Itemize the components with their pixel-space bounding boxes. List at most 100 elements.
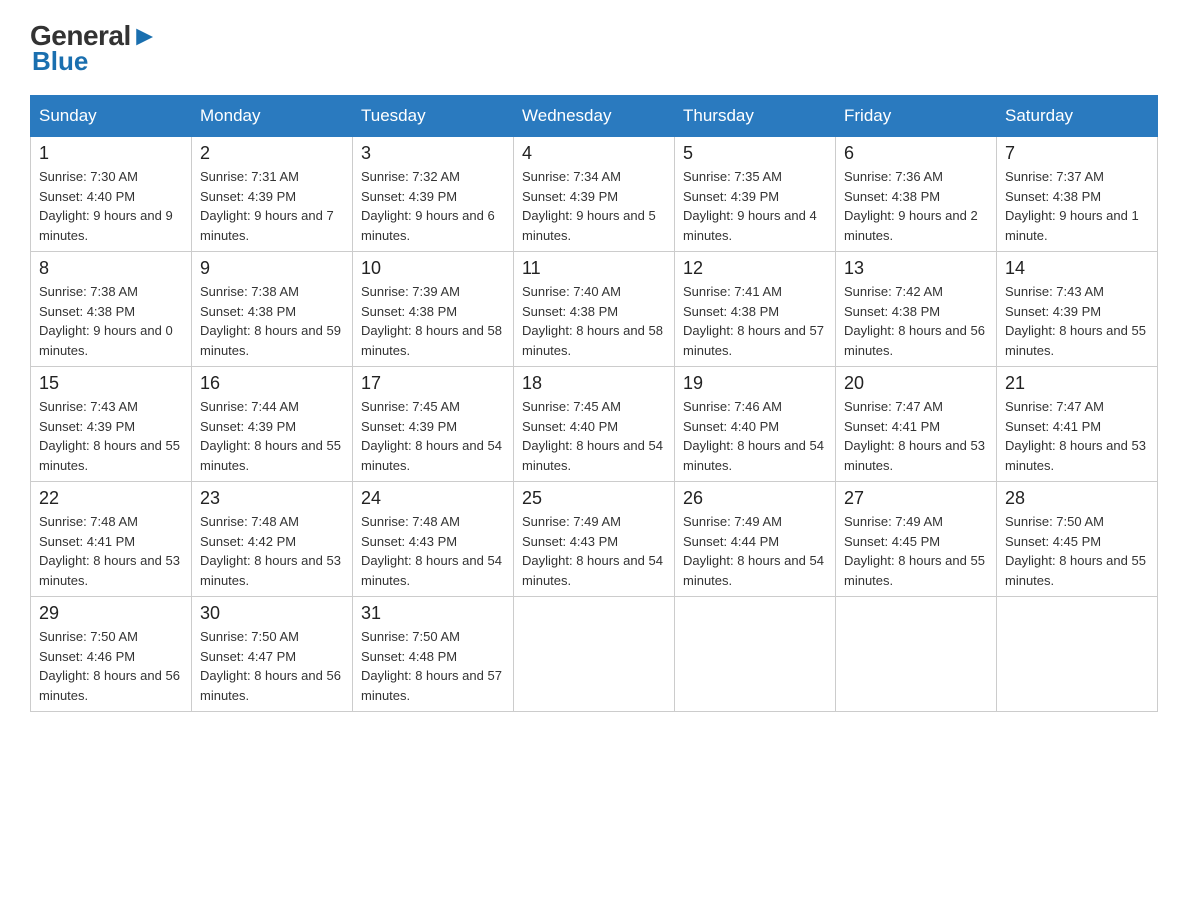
calendar-cell: 17 Sunrise: 7:45 AM Sunset: 4:39 PM Dayl… [353,367,514,482]
calendar-cell: 8 Sunrise: 7:38 AM Sunset: 4:38 PM Dayli… [31,252,192,367]
day-number: 8 [39,258,183,279]
calendar-cell [997,597,1158,712]
calendar-cell: 14 Sunrise: 7:43 AM Sunset: 4:39 PM Dayl… [997,252,1158,367]
day-number: 23 [200,488,344,509]
day-info: Sunrise: 7:50 AM Sunset: 4:47 PM Dayligh… [200,627,344,705]
day-number: 21 [1005,373,1149,394]
day-info: Sunrise: 7:37 AM Sunset: 4:38 PM Dayligh… [1005,167,1149,245]
calendar-cell: 5 Sunrise: 7:35 AM Sunset: 4:39 PM Dayli… [675,137,836,252]
calendar-table: SundayMondayTuesdayWednesdayThursdayFrid… [30,95,1158,712]
day-number: 31 [361,603,505,624]
day-of-week-header: Wednesday [514,96,675,137]
calendar-week-row: 8 Sunrise: 7:38 AM Sunset: 4:38 PM Dayli… [31,252,1158,367]
day-info: Sunrise: 7:48 AM Sunset: 4:41 PM Dayligh… [39,512,183,590]
logo-blue-text: Blue [32,46,88,77]
day-number: 27 [844,488,988,509]
day-number: 15 [39,373,183,394]
day-number: 4 [522,143,666,164]
day-number: 25 [522,488,666,509]
day-info: Sunrise: 7:44 AM Sunset: 4:39 PM Dayligh… [200,397,344,475]
calendar-cell [675,597,836,712]
day-number: 3 [361,143,505,164]
calendar-cell: 20 Sunrise: 7:47 AM Sunset: 4:41 PM Dayl… [836,367,997,482]
day-info: Sunrise: 7:50 AM Sunset: 4:48 PM Dayligh… [361,627,505,705]
day-info: Sunrise: 7:45 AM Sunset: 4:40 PM Dayligh… [522,397,666,475]
day-info: Sunrise: 7:34 AM Sunset: 4:39 PM Dayligh… [522,167,666,245]
calendar-cell: 9 Sunrise: 7:38 AM Sunset: 4:38 PM Dayli… [192,252,353,367]
day-info: Sunrise: 7:38 AM Sunset: 4:38 PM Dayligh… [39,282,183,360]
calendar-cell [836,597,997,712]
calendar-cell: 11 Sunrise: 7:40 AM Sunset: 4:38 PM Dayl… [514,252,675,367]
day-number: 6 [844,143,988,164]
day-info: Sunrise: 7:35 AM Sunset: 4:39 PM Dayligh… [683,167,827,245]
day-number: 5 [683,143,827,164]
day-number: 30 [200,603,344,624]
day-number: 17 [361,373,505,394]
calendar-cell: 28 Sunrise: 7:50 AM Sunset: 4:45 PM Dayl… [997,482,1158,597]
calendar-week-row: 1 Sunrise: 7:30 AM Sunset: 4:40 PM Dayli… [31,137,1158,252]
day-number: 16 [200,373,344,394]
logo: General► Blue [30,20,158,77]
calendar-header-row: SundayMondayTuesdayWednesdayThursdayFrid… [31,96,1158,137]
day-number: 10 [361,258,505,279]
calendar-cell: 12 Sunrise: 7:41 AM Sunset: 4:38 PM Dayl… [675,252,836,367]
calendar-cell [514,597,675,712]
day-number: 22 [39,488,183,509]
day-number: 14 [1005,258,1149,279]
day-number: 18 [522,373,666,394]
day-number: 29 [39,603,183,624]
calendar-cell: 29 Sunrise: 7:50 AM Sunset: 4:46 PM Dayl… [31,597,192,712]
calendar-cell: 2 Sunrise: 7:31 AM Sunset: 4:39 PM Dayli… [192,137,353,252]
day-info: Sunrise: 7:40 AM Sunset: 4:38 PM Dayligh… [522,282,666,360]
calendar-cell: 7 Sunrise: 7:37 AM Sunset: 4:38 PM Dayli… [997,137,1158,252]
calendar-cell: 10 Sunrise: 7:39 AM Sunset: 4:38 PM Dayl… [353,252,514,367]
calendar-cell: 16 Sunrise: 7:44 AM Sunset: 4:39 PM Dayl… [192,367,353,482]
day-number: 20 [844,373,988,394]
calendar-cell: 22 Sunrise: 7:48 AM Sunset: 4:41 PM Dayl… [31,482,192,597]
day-info: Sunrise: 7:36 AM Sunset: 4:38 PM Dayligh… [844,167,988,245]
calendar-week-row: 15 Sunrise: 7:43 AM Sunset: 4:39 PM Dayl… [31,367,1158,482]
day-info: Sunrise: 7:32 AM Sunset: 4:39 PM Dayligh… [361,167,505,245]
day-info: Sunrise: 7:38 AM Sunset: 4:38 PM Dayligh… [200,282,344,360]
calendar-cell: 15 Sunrise: 7:43 AM Sunset: 4:39 PM Dayl… [31,367,192,482]
calendar-cell: 3 Sunrise: 7:32 AM Sunset: 4:39 PM Dayli… [353,137,514,252]
day-number: 7 [1005,143,1149,164]
calendar-cell: 6 Sunrise: 7:36 AM Sunset: 4:38 PM Dayli… [836,137,997,252]
day-info: Sunrise: 7:49 AM Sunset: 4:45 PM Dayligh… [844,512,988,590]
calendar-cell: 4 Sunrise: 7:34 AM Sunset: 4:39 PM Dayli… [514,137,675,252]
calendar-cell: 24 Sunrise: 7:48 AM Sunset: 4:43 PM Dayl… [353,482,514,597]
day-info: Sunrise: 7:43 AM Sunset: 4:39 PM Dayligh… [1005,282,1149,360]
day-of-week-header: Saturday [997,96,1158,137]
day-info: Sunrise: 7:48 AM Sunset: 4:43 PM Dayligh… [361,512,505,590]
day-info: Sunrise: 7:48 AM Sunset: 4:42 PM Dayligh… [200,512,344,590]
day-of-week-header: Monday [192,96,353,137]
day-info: Sunrise: 7:31 AM Sunset: 4:39 PM Dayligh… [200,167,344,245]
day-info: Sunrise: 7:50 AM Sunset: 4:45 PM Dayligh… [1005,512,1149,590]
day-info: Sunrise: 7:43 AM Sunset: 4:39 PM Dayligh… [39,397,183,475]
calendar-cell: 30 Sunrise: 7:50 AM Sunset: 4:47 PM Dayl… [192,597,353,712]
day-info: Sunrise: 7:39 AM Sunset: 4:38 PM Dayligh… [361,282,505,360]
day-of-week-header: Thursday [675,96,836,137]
calendar-cell: 27 Sunrise: 7:49 AM Sunset: 4:45 PM Dayl… [836,482,997,597]
day-info: Sunrise: 7:46 AM Sunset: 4:40 PM Dayligh… [683,397,827,475]
day-number: 13 [844,258,988,279]
calendar-cell: 18 Sunrise: 7:45 AM Sunset: 4:40 PM Dayl… [514,367,675,482]
day-info: Sunrise: 7:49 AM Sunset: 4:44 PM Dayligh… [683,512,827,590]
page-header: General► Blue [30,20,1158,77]
calendar-cell: 21 Sunrise: 7:47 AM Sunset: 4:41 PM Dayl… [997,367,1158,482]
day-number: 11 [522,258,666,279]
calendar-cell: 26 Sunrise: 7:49 AM Sunset: 4:44 PM Dayl… [675,482,836,597]
calendar-week-row: 22 Sunrise: 7:48 AM Sunset: 4:41 PM Dayl… [31,482,1158,597]
day-number: 12 [683,258,827,279]
calendar-week-row: 29 Sunrise: 7:50 AM Sunset: 4:46 PM Dayl… [31,597,1158,712]
day-number: 1 [39,143,183,164]
calendar-cell: 25 Sunrise: 7:49 AM Sunset: 4:43 PM Dayl… [514,482,675,597]
day-info: Sunrise: 7:47 AM Sunset: 4:41 PM Dayligh… [844,397,988,475]
calendar-cell: 13 Sunrise: 7:42 AM Sunset: 4:38 PM Dayl… [836,252,997,367]
day-number: 9 [200,258,344,279]
day-number: 28 [1005,488,1149,509]
day-info: Sunrise: 7:50 AM Sunset: 4:46 PM Dayligh… [39,627,183,705]
day-info: Sunrise: 7:47 AM Sunset: 4:41 PM Dayligh… [1005,397,1149,475]
day-of-week-header: Tuesday [353,96,514,137]
day-info: Sunrise: 7:41 AM Sunset: 4:38 PM Dayligh… [683,282,827,360]
